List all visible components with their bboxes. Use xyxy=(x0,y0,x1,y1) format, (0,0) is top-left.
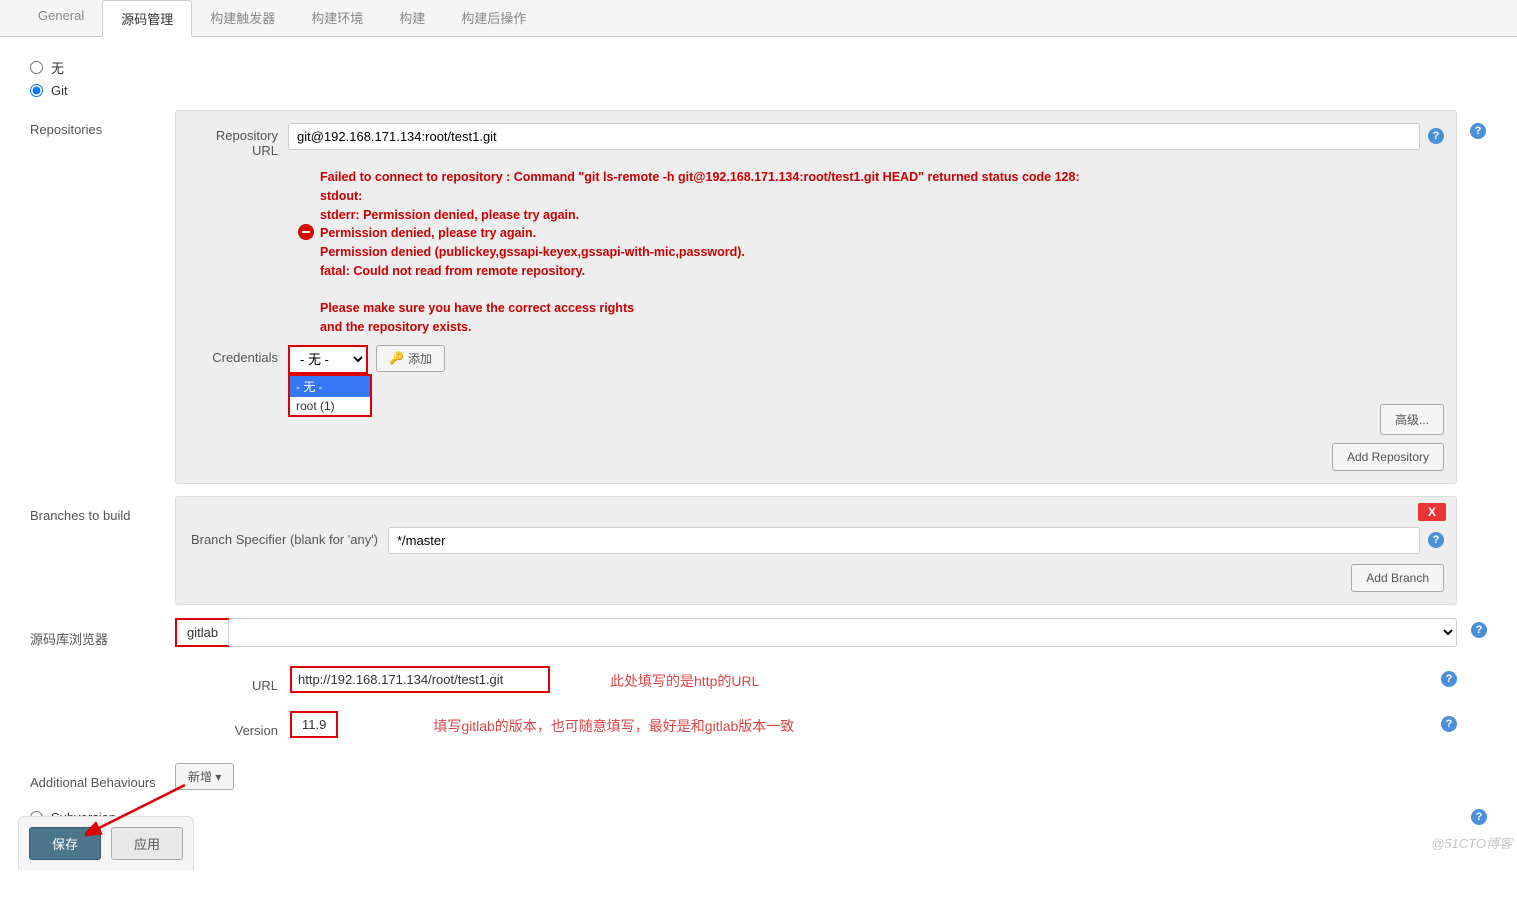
credentials-dropdown: - 无 - root (1) xyxy=(288,374,372,417)
advanced-button[interactable]: 高级... xyxy=(1380,404,1444,435)
remove-branch-button[interactable]: X xyxy=(1418,503,1446,521)
form-footer: 保存 应用 xyxy=(18,816,194,870)
tab-env[interactable]: 构建环境 xyxy=(293,0,381,36)
credentials-label: Credentials xyxy=(188,345,288,365)
repo-browser-label: 源码库浏览器 xyxy=(30,617,175,648)
version-annotation: 填写gitlab的版本，也可随意填写，最好是和gitlab版本一致 xyxy=(433,711,794,736)
credentials-option-root[interactable]: root (1) xyxy=(290,397,370,415)
tab-scm[interactable]: 源码管理 xyxy=(102,0,192,37)
add-button-label: 添加 xyxy=(408,350,432,367)
repo-url-input[interactable] xyxy=(288,123,1420,150)
radio-none[interactable] xyxy=(30,61,43,74)
repo-browser-select[interactable] xyxy=(228,618,1457,647)
version-input[interactable]: 11.9 xyxy=(290,711,338,738)
repo-browser-help-icon[interactable]: ? xyxy=(1471,622,1487,638)
tab-build[interactable]: 构建 xyxy=(381,0,443,36)
add-branch-button[interactable]: Add Branch xyxy=(1351,564,1444,592)
error-icon xyxy=(298,224,314,240)
repo-browser-value: gitlab xyxy=(175,618,230,647)
radio-git-label: Git xyxy=(51,83,68,98)
version-help-icon[interactable]: ? xyxy=(1441,716,1457,732)
apply-button[interactable]: 应用 xyxy=(111,827,183,860)
tab-general[interactable]: General xyxy=(20,0,102,36)
url-annotation: 此处填写的是http的URL xyxy=(610,666,759,691)
radio-none-label: 无 xyxy=(51,58,64,77)
tab-post[interactable]: 构建后操作 xyxy=(443,0,544,36)
branch-help-icon[interactable]: ? xyxy=(1428,532,1444,548)
repositories-label: Repositories xyxy=(30,110,175,484)
branch-specifier-input[interactable] xyxy=(388,527,1420,554)
subversion-help-icon[interactable]: ? xyxy=(1471,809,1487,825)
repositories-help-icon[interactable]: ? xyxy=(1470,123,1486,139)
url-input[interactable]: http://192.168.171.134/root/test1.git xyxy=(290,666,550,693)
radio-git[interactable] xyxy=(30,84,43,97)
key-icon: 🔑 xyxy=(389,351,404,365)
tab-triggers[interactable]: 构建触发器 xyxy=(192,0,293,36)
credentials-option-none[interactable]: - 无 - xyxy=(290,376,370,397)
credentials-select[interactable]: - 无 - xyxy=(288,345,368,374)
url-help-icon[interactable]: ? xyxy=(1441,671,1457,687)
error-message: Failed to connect to repository : Comman… xyxy=(320,168,1080,337)
save-button[interactable]: 保存 xyxy=(29,827,101,860)
version-label: Version xyxy=(30,711,290,738)
watermark: @51CTO博客 xyxy=(1431,833,1512,852)
repo-url-label: Repository URL xyxy=(188,123,288,158)
config-tabs: General 源码管理 构建触发器 构建环境 构建 构建后操作 xyxy=(0,0,1517,37)
additional-label: Additional Behaviours xyxy=(30,763,175,790)
add-credentials-button[interactable]: 🔑 添加 xyxy=(376,345,445,372)
add-repository-button[interactable]: Add Repository xyxy=(1332,443,1444,471)
additional-add-button[interactable]: 新增 ▾ xyxy=(175,763,234,790)
repo-url-help-icon[interactable]: ? xyxy=(1428,128,1444,144)
branches-label: Branches to build xyxy=(30,496,175,605)
url-label: URL xyxy=(30,666,290,693)
branch-specifier-label: Branch Specifier (blank for 'any') xyxy=(188,527,388,547)
scm-panel: 无 Git Repositories ? Repository URL ? Fa… xyxy=(0,37,1517,906)
